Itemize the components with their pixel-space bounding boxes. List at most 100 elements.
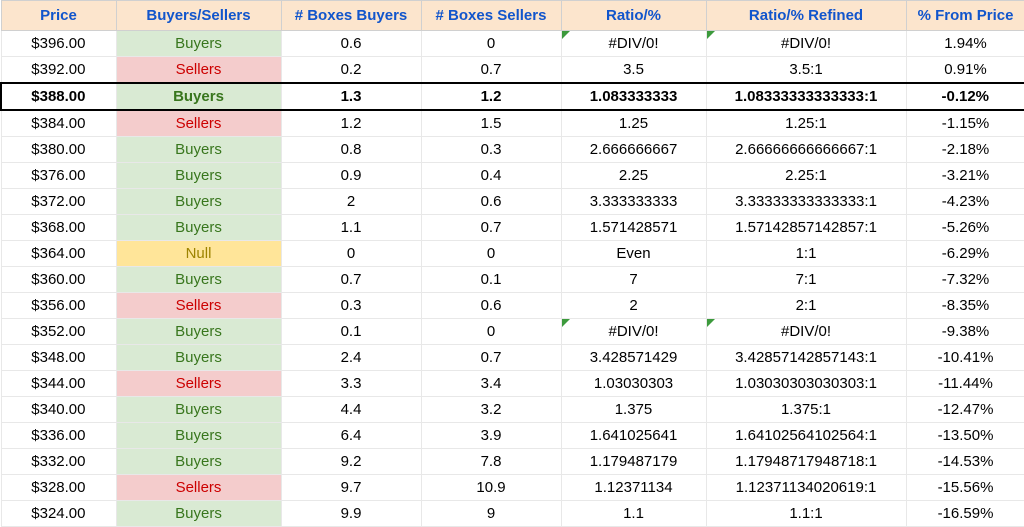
cell-price[interactable]: $380.00 [1,137,116,163]
table-row[interactable]: $364.00Null00Even1:1-6.29% [1,241,1024,267]
cell-boxes-buyers[interactable]: 0.1 [281,319,421,345]
cell-boxes-sellers[interactable]: 7.8 [421,449,561,475]
cell-price[interactable]: $388.00 [1,83,116,110]
cell-ratio-refined[interactable]: 1.25:1 [706,110,906,137]
cell-boxes-sellers[interactable]: 0.1 [421,267,561,293]
cell-ratio-refined[interactable]: 3.42857142857143:1 [706,345,906,371]
cell-ratio-refined[interactable]: 1.08333333333333:1 [706,83,906,110]
cell-ratio[interactable]: #DIV/0! [561,319,706,345]
cell-price[interactable]: $324.00 [1,501,116,527]
table-row[interactable]: $368.00Buyers1.10.71.5714285711.57142857… [1,215,1024,241]
cell-boxes-sellers[interactable]: 0.7 [421,345,561,371]
cell-boxes-sellers[interactable]: 0 [421,241,561,267]
cell-bs[interactable]: Buyers [116,397,281,423]
table-row[interactable]: $376.00Buyers0.90.42.252.25:1-3.21% [1,163,1024,189]
cell-ratio[interactable]: 1.375 [561,397,706,423]
table-row[interactable]: $372.00Buyers20.63.3333333333.3333333333… [1,189,1024,215]
cell-ratio[interactable]: 2.666666667 [561,137,706,163]
cell-boxes-buyers[interactable]: 9.9 [281,501,421,527]
cell-boxes-sellers[interactable]: 3.2 [421,397,561,423]
cell-price[interactable]: $392.00 [1,57,116,84]
cell-price[interactable]: $352.00 [1,319,116,345]
table-row[interactable]: $348.00Buyers2.40.73.4285714293.42857142… [1,345,1024,371]
cell-ratio[interactable]: 1.083333333 [561,83,706,110]
cell-boxes-buyers[interactable]: 1.1 [281,215,421,241]
cell-pct[interactable]: -16.59% [906,501,1024,527]
cell-bs[interactable]: Buyers [116,137,281,163]
cell-bs[interactable]: Buyers [116,189,281,215]
cell-bs[interactable]: Buyers [116,215,281,241]
cell-bs[interactable]: Buyers [116,423,281,449]
cell-pct[interactable]: -14.53% [906,449,1024,475]
cell-bs[interactable]: Sellers [116,110,281,137]
cell-bs[interactable]: Sellers [116,475,281,501]
col-ratio-refined[interactable]: Ratio/% Refined [706,1,906,31]
col-buyers-sellers[interactable]: Buyers/Sellers [116,1,281,31]
cell-boxes-sellers[interactable]: 0.4 [421,163,561,189]
cell-pct[interactable]: -1.15% [906,110,1024,137]
cell-ratio[interactable]: 7 [561,267,706,293]
cell-boxes-buyers[interactable]: 0.7 [281,267,421,293]
cell-boxes-buyers[interactable]: 6.4 [281,423,421,449]
cell-boxes-buyers[interactable]: 0.6 [281,31,421,57]
cell-ratio[interactable]: 1.179487179 [561,449,706,475]
cell-ratio[interactable]: 2.25 [561,163,706,189]
table-row[interactable]: $388.00Buyers1.31.21.0833333331.08333333… [1,83,1024,110]
cell-ratio-refined[interactable]: #DIV/0! [706,319,906,345]
cell-bs[interactable]: Buyers [116,345,281,371]
cell-pct[interactable]: -10.41% [906,345,1024,371]
cell-bs[interactable]: Buyers [116,163,281,189]
cell-ratio-refined[interactable]: 1.1:1 [706,501,906,527]
cell-pct[interactable]: -7.32% [906,267,1024,293]
cell-boxes-sellers[interactable]: 0 [421,31,561,57]
cell-boxes-sellers[interactable]: 0 [421,319,561,345]
cell-price[interactable]: $364.00 [1,241,116,267]
cell-boxes-buyers[interactable]: 0.3 [281,293,421,319]
cell-boxes-buyers[interactable]: 9.2 [281,449,421,475]
cell-pct[interactable]: -3.21% [906,163,1024,189]
cell-price[interactable]: $368.00 [1,215,116,241]
cell-pct[interactable]: -11.44% [906,371,1024,397]
cell-pct[interactable]: -12.47% [906,397,1024,423]
cell-bs[interactable]: Buyers [116,83,281,110]
cell-pct[interactable]: -9.38% [906,319,1024,345]
table-row[interactable]: $340.00Buyers4.43.21.3751.375:1-12.47% [1,397,1024,423]
cell-bs[interactable]: Buyers [116,319,281,345]
cell-boxes-sellers[interactable]: 10.9 [421,475,561,501]
cell-bs[interactable]: Sellers [116,371,281,397]
cell-ratio[interactable]: 1.03030303 [561,371,706,397]
cell-boxes-sellers[interactable]: 1.2 [421,83,561,110]
cell-price[interactable]: $340.00 [1,397,116,423]
col-from-price[interactable]: % From Price [906,1,1024,31]
cell-bs[interactable]: Buyers [116,31,281,57]
cell-ratio[interactable]: Even [561,241,706,267]
cell-pct[interactable]: -15.56% [906,475,1024,501]
cell-ratio-refined[interactable]: 1.17948717948718:1 [706,449,906,475]
cell-ratio[interactable]: 3.5 [561,57,706,84]
cell-boxes-buyers[interactable]: 3.3 [281,371,421,397]
cell-ratio-refined[interactable]: 1.64102564102564:1 [706,423,906,449]
cell-boxes-sellers[interactable]: 3.9 [421,423,561,449]
table-row[interactable]: $384.00Sellers1.21.51.251.25:1-1.15% [1,110,1024,137]
cell-ratio-refined[interactable]: 1.375:1 [706,397,906,423]
cell-price[interactable]: $372.00 [1,189,116,215]
col-boxes-sellers[interactable]: # Boxes Sellers [421,1,561,31]
cell-ratio[interactable]: 1.1 [561,501,706,527]
cell-boxes-buyers[interactable]: 0.9 [281,163,421,189]
cell-bs[interactable]: Sellers [116,57,281,84]
cell-bs[interactable]: Buyers [116,267,281,293]
cell-bs[interactable]: Sellers [116,293,281,319]
cell-price[interactable]: $396.00 [1,31,116,57]
table-row[interactable]: $352.00Buyers0.10#DIV/0!#DIV/0!-9.38% [1,319,1024,345]
cell-boxes-sellers[interactable]: 0.3 [421,137,561,163]
table-row[interactable]: $324.00Buyers9.991.11.1:1-16.59% [1,501,1024,527]
cell-boxes-buyers[interactable]: 0 [281,241,421,267]
table-row[interactable]: $392.00Sellers0.20.73.53.5:10.91% [1,57,1024,84]
cell-price[interactable]: $328.00 [1,475,116,501]
cell-ratio[interactable]: 2 [561,293,706,319]
cell-ratio[interactable]: #DIV/0! [561,31,706,57]
cell-boxes-buyers[interactable]: 1.3 [281,83,421,110]
table-row[interactable]: $332.00Buyers9.27.81.1794871791.17948717… [1,449,1024,475]
cell-price[interactable]: $332.00 [1,449,116,475]
cell-ratio-refined[interactable]: 1.03030303030303:1 [706,371,906,397]
